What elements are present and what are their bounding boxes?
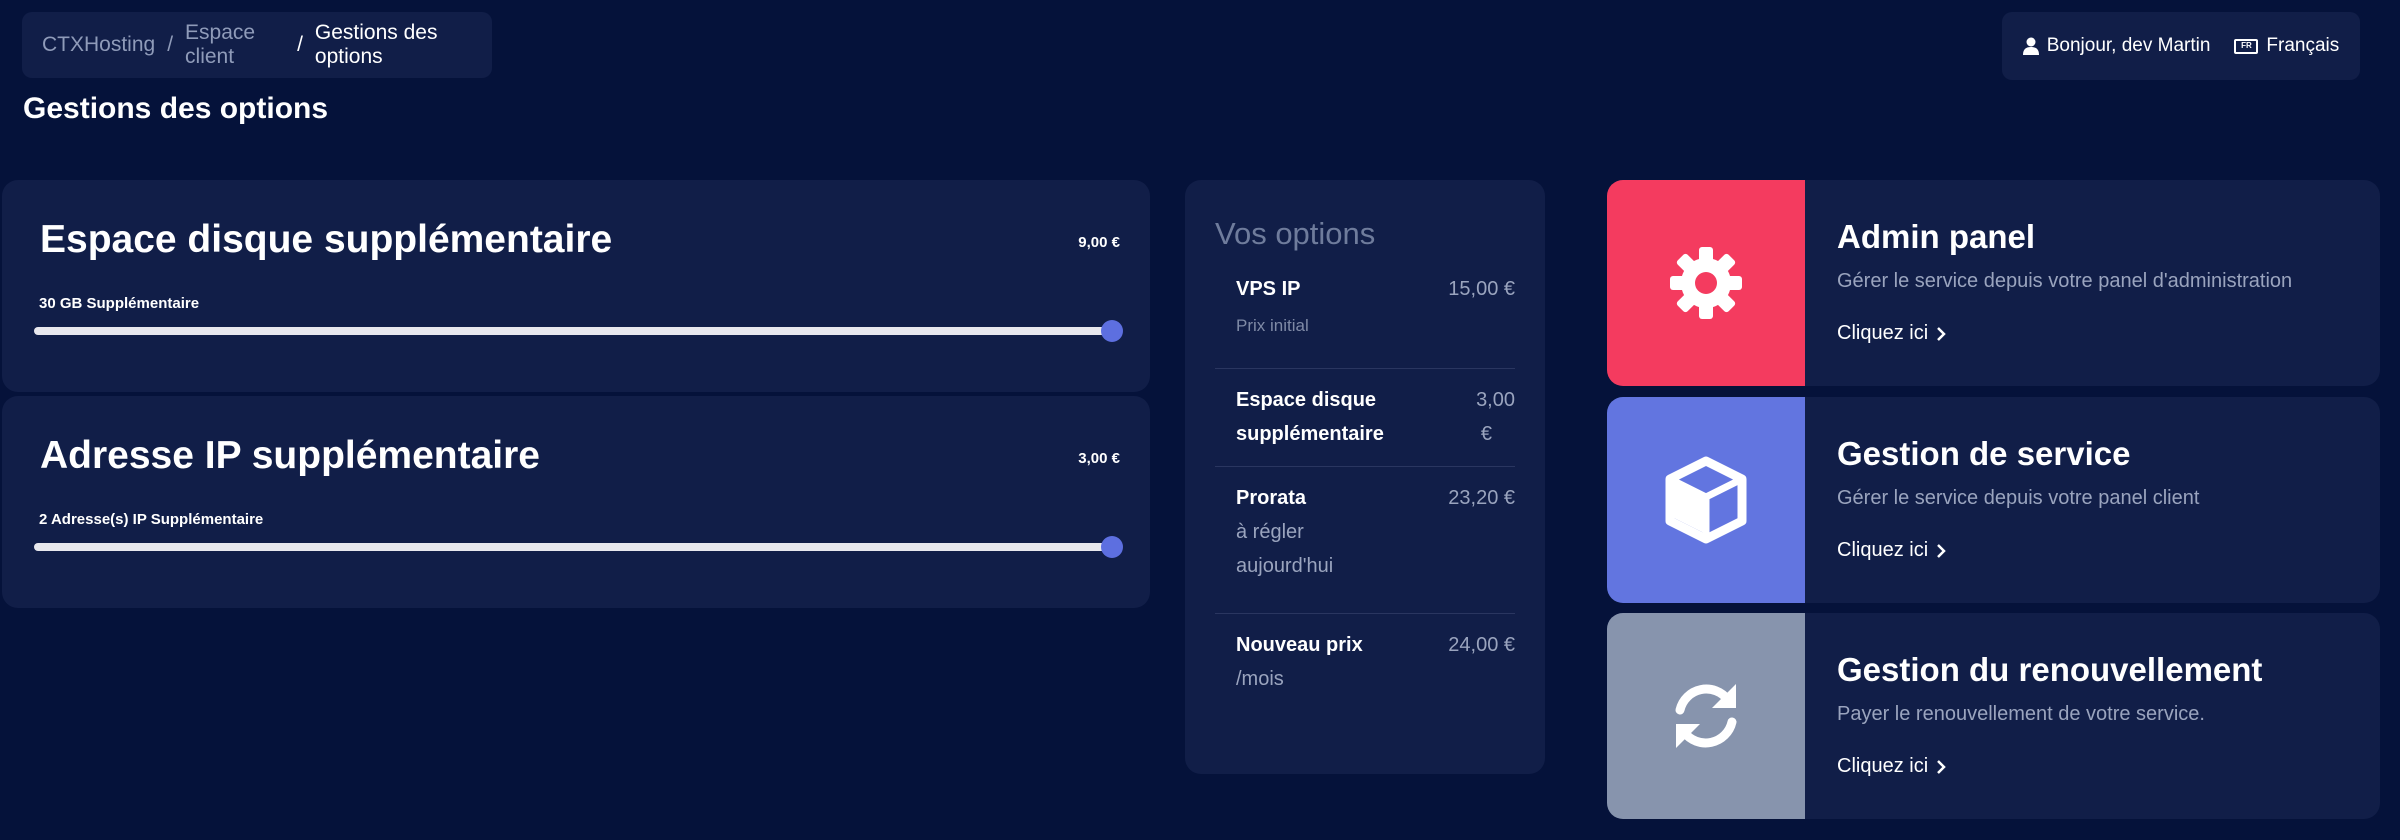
options-summary: Vos options VPS IP 15,00 € Prix initial … bbox=[1185, 180, 1545, 774]
action-card-service-management[interactable]: Gestion de service Gérer le service depu… bbox=[1607, 397, 2380, 603]
summary-row-disk: Espace disque supplémentaire 3,00 € bbox=[1215, 369, 1515, 467]
summary-note: à régler bbox=[1236, 521, 1304, 543]
summary-note: Prix initial bbox=[1236, 316, 1309, 335]
summary-value: 24,00 € bbox=[1448, 634, 1515, 656]
user-greeting-button[interactable]: Bonjour, dev Martin bbox=[2022, 35, 2211, 57]
summary-label: Prorata bbox=[1236, 487, 1307, 509]
action-title: Gestion du renouvellement bbox=[1837, 651, 2263, 688]
user-icon bbox=[2022, 37, 2039, 55]
action-link[interactable]: Cliquez ici bbox=[1837, 539, 1946, 562]
action-icon-box bbox=[1607, 180, 1805, 386]
user-menu: Bonjour, dev Martin FR Français bbox=[2002, 12, 2360, 80]
slider-thumb[interactable] bbox=[1101, 320, 1123, 342]
summary-title: Vos options bbox=[1215, 216, 1376, 251]
action-title: Admin panel bbox=[1837, 218, 2036, 255]
summary-value: 15,00 € bbox=[1448, 278, 1515, 300]
breadcrumb-home-link[interactable]: CTXHosting bbox=[42, 33, 155, 57]
language-label: Français bbox=[2266, 35, 2340, 56]
user-greeting: Bonjour, dev Martin bbox=[2046, 35, 2211, 56]
action-icon-box bbox=[1607, 397, 1805, 603]
option-title: Espace disque supplémentaire bbox=[40, 218, 613, 261]
language-selector[interactable]: FR Français bbox=[2234, 35, 2339, 57]
option-quantity-label: 30 GB Supplémentaire bbox=[39, 295, 200, 312]
action-description: Gérer le service depuis votre panel clie… bbox=[1837, 487, 2200, 509]
action-link[interactable]: Cliquez ici bbox=[1837, 322, 1946, 345]
ip-quantity-slider[interactable] bbox=[34, 536, 1123, 558]
action-link-label: Cliquez ici bbox=[1837, 539, 1929, 561]
summary-note: /mois bbox=[1236, 668, 1284, 690]
summary-value: € bbox=[1480, 423, 1492, 445]
action-description: Payer le renouvellement de votre service… bbox=[1837, 703, 2205, 725]
option-card-ip: Adresse IP supplémentaire 3,00 € 2 Adres… bbox=[2, 396, 1150, 608]
option-price: 3,00 € bbox=[1078, 450, 1120, 467]
summary-label: supplémentaire bbox=[1236, 423, 1384, 445]
gear-icon bbox=[1670, 247, 1742, 319]
summary-label: VPS IP bbox=[1236, 278, 1301, 300]
summary-value: 3,00 bbox=[1476, 389, 1515, 411]
action-card-admin-panel[interactable]: Admin panel Gérer le service depuis votr… bbox=[1607, 180, 2380, 386]
action-link-label: Cliquez ici bbox=[1837, 322, 1929, 344]
summary-row-vps-ip: VPS IP 15,00 € Prix initial bbox=[1215, 272, 1515, 369]
option-price: 9,00 € bbox=[1078, 234, 1120, 251]
summary-row-prorata: Prorata 23,20 € à régler aujourd'hui bbox=[1215, 467, 1515, 614]
action-link[interactable]: Cliquez ici bbox=[1837, 755, 1946, 778]
option-title: Adresse IP supplémentaire bbox=[40, 434, 540, 477]
slider-thumb[interactable] bbox=[1101, 536, 1123, 558]
breadcrumb-current: Gestions des options bbox=[314, 21, 438, 68]
summary-row-new-price: Nouveau prix 24,00 € /mois bbox=[1215, 614, 1515, 694]
option-card-disk: Espace disque supplémentaire 9,00 € 30 G… bbox=[2, 180, 1150, 392]
breadcrumb-separator: / bbox=[167, 33, 174, 56]
summary-label: Espace disque bbox=[1236, 389, 1377, 411]
summary-value: 23,20 € bbox=[1448, 487, 1515, 509]
action-card-renewal[interactable]: Gestion du renouvellement Payer le renou… bbox=[1607, 613, 2380, 819]
page-title: Gestions des options bbox=[23, 92, 329, 125]
action-link-label: Cliquez ici bbox=[1837, 755, 1929, 777]
chevron-right-icon bbox=[1937, 759, 1946, 774]
option-quantity-label: 2 Adresse(s) IP Supplémentaire bbox=[39, 511, 264, 528]
chevron-right-icon bbox=[1937, 543, 1946, 558]
summary-note: aujourd'hui bbox=[1236, 555, 1334, 577]
summary-label: Nouveau prix bbox=[1236, 634, 1363, 656]
breadcrumb-separator: / bbox=[297, 33, 303, 56]
cube-icon bbox=[1665, 456, 1747, 544]
action-description: Gérer le service depuis votre panel d'ad… bbox=[1837, 270, 2293, 292]
sync-icon bbox=[1675, 684, 1737, 748]
chevron-right-icon bbox=[1937, 326, 1946, 341]
action-icon-box bbox=[1607, 613, 1805, 819]
breadcrumb: CTXHosting / Espace client / Gestions de… bbox=[22, 12, 492, 78]
action-title: Gestion de service bbox=[1837, 435, 2131, 472]
language-flag-icon: FR bbox=[2234, 38, 2259, 54]
breadcrumb-client-link[interactable]: Espace client bbox=[185, 21, 285, 69]
disk-quantity-slider[interactable] bbox=[34, 320, 1123, 342]
